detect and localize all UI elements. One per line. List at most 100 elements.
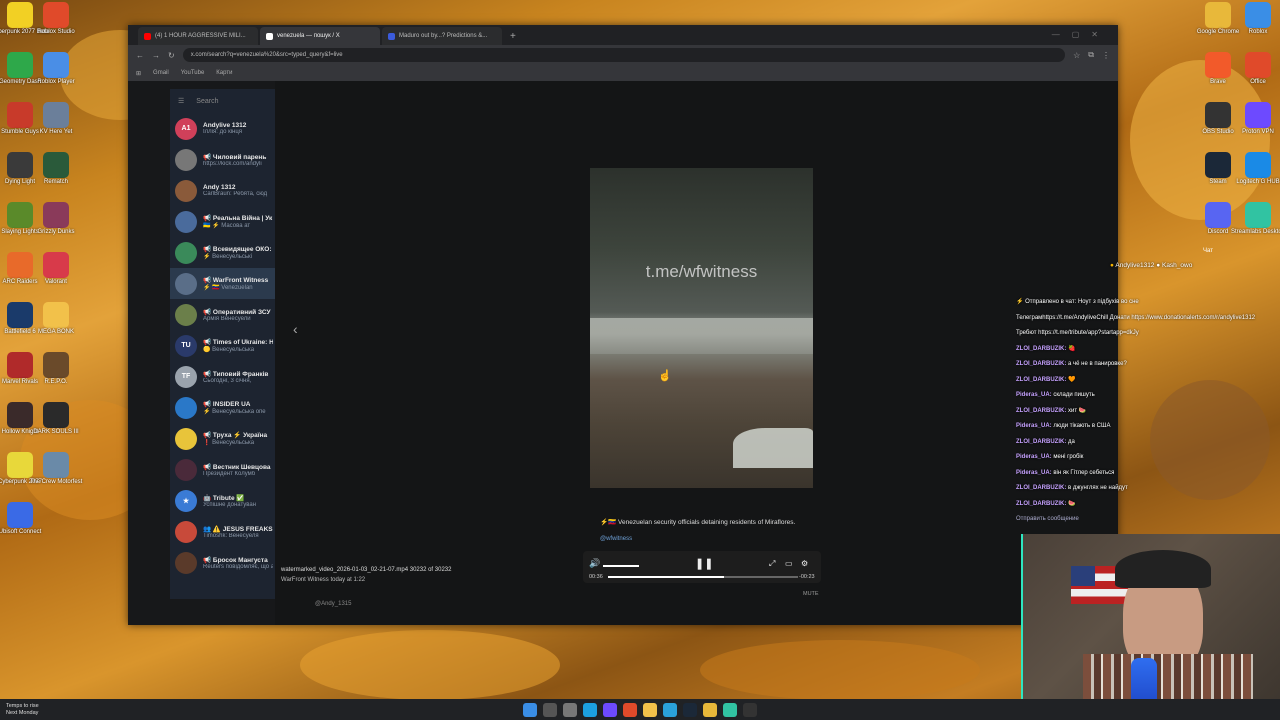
- desktop-shortcut[interactable]: Google Chrome: [1197, 2, 1239, 36]
- chrome-icon[interactable]: [703, 702, 717, 717]
- chat-preview: 🟡 Венесуельська: [203, 347, 255, 353]
- previous-media-icon[interactable]: ‹: [293, 321, 298, 337]
- video-frame[interactable]: t.me/wfwitness: [590, 168, 813, 488]
- tab-polymarket[interactable]: Maduro out by...? Predictions &...: [382, 27, 502, 45]
- chat-item[interactable]: 📢 Бросок Мангуста Reuters повідомляє, що …: [170, 547, 275, 578]
- tab-youtube[interactable]: (4) 1 HOUR AGGRESSIVE MILI...: [138, 27, 258, 45]
- progress-bar[interactable]: [608, 576, 798, 578]
- desktop-shortcut[interactable]: Dying Light: [2, 152, 38, 186]
- window-controls[interactable]: —▢✕: [1052, 30, 1110, 39]
- chat-item[interactable]: 📢 WarFront Witness ⚡ 🇻🇪 Venezuelan: [170, 268, 275, 299]
- bookmark-maps[interactable]: Карти: [216, 70, 232, 76]
- video-watermark: t.me/wfwitness: [645, 262, 758, 281]
- desktop-shortcut[interactable]: OBS Studio: [1200, 102, 1236, 136]
- tab-x-search[interactable]: venezuela — пошук / X: [260, 27, 380, 45]
- proton-icon[interactable]: [603, 702, 617, 717]
- desktop-shortcut[interactable]: Slaying Lights: [1, 202, 39, 236]
- desktop-shortcut[interactable]: Steam: [1200, 152, 1236, 186]
- desktop-shortcut[interactable]: Brave: [1200, 52, 1236, 86]
- back-icon[interactable]: ←: [136, 51, 144, 60]
- desktop-shortcut[interactable]: Discord: [1200, 202, 1236, 236]
- start-icon[interactable]: [523, 702, 537, 717]
- task-view-icon[interactable]: [563, 702, 577, 717]
- menu-icon[interactable]: ⋮: [1102, 51, 1110, 60]
- desktop-shortcut[interactable]: R.E.P.O.: [38, 352, 74, 386]
- reload-icon[interactable]: ↻: [168, 51, 175, 60]
- desktop-shortcut[interactable]: MEGA BONK: [38, 302, 74, 336]
- bookmark-youtube[interactable]: YouTube: [181, 70, 205, 76]
- settings-icon[interactable]: ⚙: [801, 559, 808, 568]
- chat-input[interactable]: Отправить сообщение: [1016, 516, 1280, 522]
- telegram-icon[interactable]: [663, 702, 677, 717]
- chat-item[interactable]: 📢 Труха ⚡ Україна ❗ Венесуельська: [170, 423, 275, 454]
- desktop-shortcut[interactable]: Ubisoft Connect: [0, 502, 41, 536]
- chat-item[interactable]: 📢 Вестник Шевцова Президент Колумб: [170, 454, 275, 485]
- desktop-shortcut[interactable]: Rematch: [38, 152, 74, 186]
- desktop-shortcut[interactable]: Grizzly Dunks: [37, 202, 75, 236]
- forward-icon[interactable]: →: [152, 51, 160, 60]
- chat-item[interactable]: 📢 Реальна Війна | Ук 🇺🇦 ⚡ Масова ат: [170, 206, 275, 237]
- desktop-shortcut[interactable]: Roblox: [1240, 2, 1276, 36]
- app-label: ARC Raiders: [2, 279, 38, 285]
- desktop-shortcut[interactable]: Office: [1240, 52, 1276, 86]
- desktop-shortcut[interactable]: Valorant: [38, 252, 74, 286]
- chat-avatar: [175, 272, 197, 295]
- chat-item[interactable]: TF 📢 Типовий Франків Сьогодні, 3 січня,: [170, 361, 275, 392]
- edge-icon[interactable]: [583, 702, 597, 717]
- search-icon[interactable]: [543, 702, 557, 717]
- desktop-shortcut[interactable]: Marvel Rivals: [2, 352, 38, 386]
- app-icon: [7, 252, 33, 278]
- search-input[interactable]: Search: [196, 98, 218, 105]
- office-icon[interactable]: [623, 702, 637, 717]
- chat-item[interactable]: Andy 1312 CarlBraun: Ребята, сюд: [170, 175, 275, 206]
- desktop-shortcut[interactable]: Battlefield 6: [2, 302, 38, 336]
- chat-item[interactable]: 📢 Всевидящее ОКО: Укр⚡ Венесуельські: [170, 237, 275, 268]
- mute-label[interactable]: MUTE: [803, 591, 819, 597]
- desktop-shortcut[interactable]: Roblox Studio: [37, 2, 75, 36]
- desktop-shortcut[interactable]: ARC Raiders: [2, 252, 38, 286]
- apps-icon[interactable]: ⊞: [136, 70, 141, 77]
- new-tab-button[interactable]: +: [510, 31, 516, 42]
- bookmark-gmail[interactable]: Gmail: [153, 70, 169, 76]
- desktop-shortcut[interactable]: DARK SOULS III: [33, 402, 79, 436]
- app-label: Discord: [1207, 229, 1229, 235]
- chat-item[interactable]: TU 📢 Times of Ukraine: Н 🟡 Венесуельська: [170, 330, 275, 361]
- app-icon: [7, 2, 33, 28]
- fullscreen-icon[interactable]: ⤢: [769, 559, 775, 569]
- desktop-shortcut[interactable]: Stumble Guys: [1, 102, 39, 136]
- desktop-shortcut[interactable]: Roblox Player: [37, 52, 75, 86]
- obs-icon[interactable]: [743, 702, 757, 717]
- desktop-shortcut[interactable]: The Crew Motorfest: [30, 452, 82, 486]
- steam-icon[interactable]: [683, 702, 697, 717]
- chat-item[interactable]: 📢 Оперативний ЗСУ Армія Венесуели: [170, 299, 275, 330]
- weather-widget[interactable]: Temps to rise Next Monday: [6, 703, 39, 717]
- pause-icon[interactable]: ❚❚: [695, 557, 713, 570]
- chat-item[interactable]: 📢 INSIDER UA ⚡ Венесуельська опе: [170, 392, 275, 423]
- explorer-icon[interactable]: [643, 702, 657, 717]
- chat-item[interactable]: 👥 ⚠️ JESUS FREAKS Timoshk: Венесуеля: [170, 516, 275, 547]
- chat-message: Pideras_UA: люди тікають в США: [1016, 419, 1280, 435]
- volume-icon[interactable]: 🔊: [589, 558, 600, 569]
- desktop-shortcut[interactable]: Logitech G HUB: [1236, 152, 1280, 186]
- star-icon[interactable]: ☆: [1073, 51, 1080, 60]
- extensions-icon[interactable]: ⧉: [1088, 50, 1094, 60]
- app-icon: [1245, 2, 1271, 28]
- streamlabs-icon[interactable]: [723, 702, 737, 717]
- volume-slider[interactable]: [603, 565, 639, 567]
- chat-item[interactable]: ★ 🤖 Tribute ✅ Успішне донатуван: [170, 485, 275, 516]
- desktop-shortcut[interactable]: Geometry Dash: [0, 52, 41, 86]
- desktop-shortcut[interactable]: Streamlabs Desktop: [1231, 202, 1280, 236]
- desktop-shortcut[interactable]: Cyberpunk 2077 Beta: [0, 2, 49, 36]
- app-label: Grizzly Dunks: [37, 229, 75, 235]
- chat-item[interactable]: A1 Andylive 1312 Іллія: до кінця: [170, 113, 275, 144]
- chat-item[interactable]: 📢 Чиловий парень https://kick.com/andyli: [170, 144, 275, 175]
- media-stage: ‹ t.me/wfwitness ⚡🇻🇪 Venezuelan security…: [275, 81, 1118, 625]
- pip-icon[interactable]: ▭: [785, 559, 793, 568]
- address-bar[interactable]: x.com/search?q=venezuela%20&src=typed_qu…: [182, 48, 1066, 62]
- chat-name: Andy 1312: [203, 184, 236, 191]
- desktop-shortcut[interactable]: KV Here Yet: [38, 102, 74, 136]
- hamburger-icon[interactable]: ☰: [178, 97, 184, 105]
- app-icon: [7, 52, 33, 78]
- desktop-shortcut[interactable]: Proton VPN: [1240, 102, 1276, 136]
- caption-handle-link[interactable]: @wfwitness: [600, 536, 632, 542]
